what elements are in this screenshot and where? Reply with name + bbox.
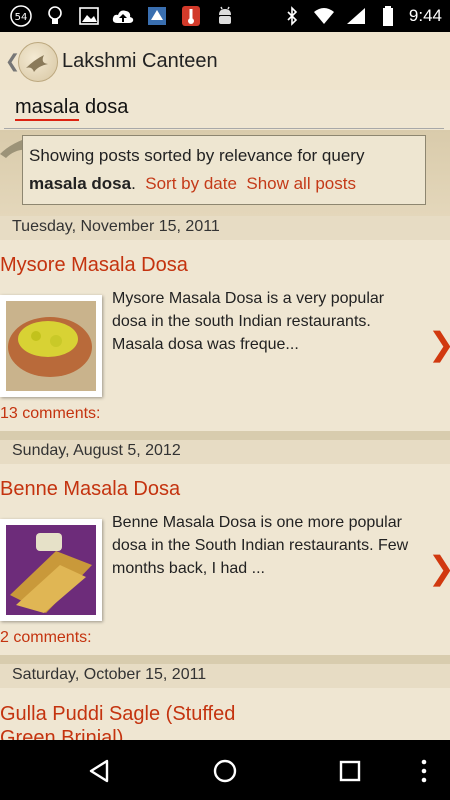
post-divider [0, 655, 450, 664]
app-logo[interactable] [18, 42, 58, 82]
benne-dosa-photo [6, 525, 96, 615]
post-date: Saturday, October 15, 2011 [12, 666, 207, 683]
battery-icon [377, 5, 399, 27]
cloud-upload-icon [112, 5, 134, 27]
post-date: Sunday, August 5, 2012 [12, 442, 181, 459]
sort-by-date-link[interactable]: Sort by date [145, 174, 237, 193]
post-date-header: Sunday, August 5, 2012 [0, 440, 450, 464]
bluetooth-icon [281, 5, 303, 27]
notification-badge-text: 54 [15, 12, 28, 23]
thermometer-icon [180, 5, 202, 27]
open-post-chevron-icon[interactable]: ❯ [428, 325, 450, 363]
post-date-header: Saturday, October 15, 2011 [0, 664, 450, 688]
app-notification-icon [146, 5, 168, 27]
clock: 9:44 [408, 6, 442, 25]
post-thumbnail[interactable] [0, 519, 102, 621]
action-bar: ❮ Lakshmi Canteen [0, 32, 450, 90]
banner-query: masala dosa [29, 174, 132, 193]
search-input[interactable]: masala dosa [4, 92, 444, 129]
wifi-icon [313, 5, 335, 27]
spellcheck-underline [15, 119, 79, 121]
cell-signal-icon [345, 5, 367, 27]
post-divider [0, 431, 450, 440]
post-excerpt: Mysore Masala Dosa is a very popular dos… [112, 290, 385, 353]
post-title-link[interactable]: Benne Masala Dosa [0, 478, 180, 501]
back-icon[interactable] [87, 758, 113, 784]
comments-link[interactable]: 13 comments: [0, 405, 100, 423]
post-thumbnail[interactable] [0, 295, 102, 397]
recent-apps-icon[interactable] [337, 758, 363, 784]
home-icon[interactable] [212, 758, 238, 784]
page-title: Lakshmi Canteen [62, 50, 218, 72]
post-title-link[interactable]: Mysore Masala Dosa [0, 254, 188, 277]
navigation-bar [0, 740, 450, 800]
image-icon [78, 5, 100, 27]
open-post-chevron-icon[interactable]: ❯ [428, 549, 450, 587]
lightbulb-icon [44, 5, 66, 27]
post-excerpt: Benne Masala Dosa is one more popular do… [112, 514, 409, 577]
overflow-menu-icon[interactable] [414, 758, 434, 784]
post-title-link[interactable]: Gulla Puddi Sagle (Stuffed Green Brinjal… [0, 702, 260, 740]
query-banner: Showing posts sorted by relevance for qu… [22, 135, 426, 205]
mysore-dosa-photo [6, 301, 96, 391]
status-bar: 54 9:44 [0, 0, 450, 32]
show-all-posts-link[interactable]: Show all posts [246, 174, 356, 193]
post-date: Tuesday, November 15, 2011 [12, 218, 220, 235]
post-date-header: Tuesday, November 15, 2011 [0, 216, 450, 240]
comments-link[interactable]: 2 comments: [0, 629, 92, 647]
banner-prefix: Showing posts sorted by relevance for qu… [29, 146, 365, 165]
notification-count-icon: 54 [10, 5, 32, 27]
android-icon [214, 5, 236, 27]
search-query-text[interactable]: masala dosa [15, 96, 128, 119]
